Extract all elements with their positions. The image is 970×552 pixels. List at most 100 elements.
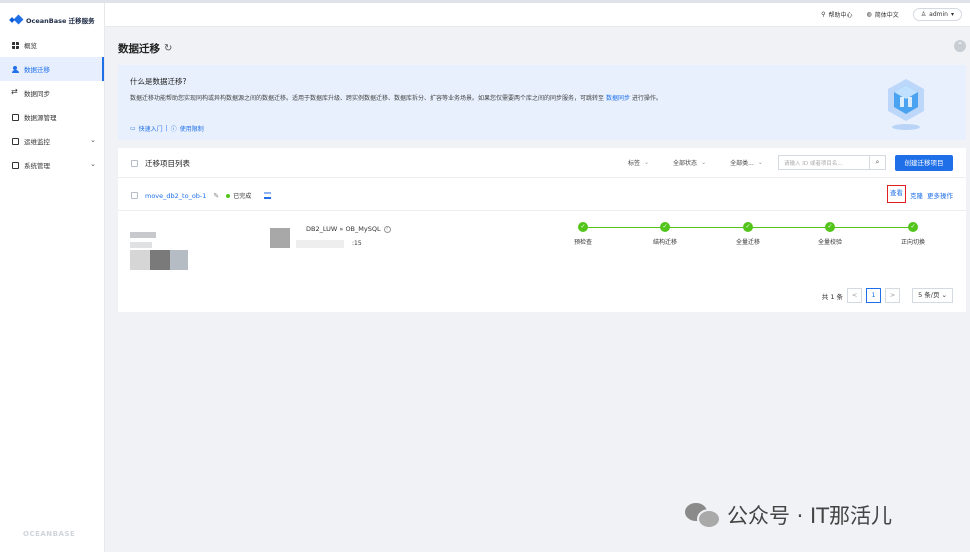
route-text: DB2_LUW » OB_MySQL <box>306 225 381 233</box>
select-all-checkbox[interactable] <box>131 160 138 167</box>
prev-page-button[interactable]: < <box>847 288 863 303</box>
list-title-text: 迁移项目列表 <box>145 159 190 168</box>
header-actions: ⚲ 帮助中心 ◍ 简体中文 ♙ admin ▾ <box>821 8 962 21</box>
search-icon[interactable]: ⌕ <box>869 155 886 170</box>
user-icon: ♙ <box>920 11 927 18</box>
next-page-button[interactable]: > <box>885 288 901 303</box>
page-1-button[interactable]: 1 <box>866 288 882 303</box>
refresh-icon[interactable]: ↻ <box>164 43 172 54</box>
step-full-migration: ✓ 全量迁移 <box>718 222 778 246</box>
list-toolbar: 迁移项目列表 标签 ⌄ 全部状态 ⌄ 全部类... ⌄ 请输入 ID 或者项目名… <box>118 148 966 178</box>
step-full-verification: ✓ 全量校验 <box>800 222 860 246</box>
list-title: 迁移项目列表 <box>131 158 190 169</box>
redacted-block <box>130 250 150 270</box>
type-filter[interactable]: 全部类... ⌄ <box>730 158 763 167</box>
help-circle-icon[interactable]: ? <box>383 225 391 233</box>
view-detail-link[interactable]: 查看 <box>887 185 906 203</box>
sync-icon <box>11 87 19 97</box>
filter-label: 全部类... <box>730 160 754 167</box>
chevron-down-icon: ⌄ <box>941 291 947 299</box>
step-schema-migration: ✓ 结构迁移 <box>635 222 695 246</box>
row-actions: 查看 克隆 更多操作 <box>887 185 953 203</box>
redacted-block <box>130 242 152 248</box>
app-logo[interactable]: OceanBase 迁移服务 <box>10 13 95 27</box>
project-name-group: move_db2_to_ob-1 ✎ 已完成 <box>131 191 272 200</box>
sidebar-item-label: 数据源管理 <box>24 114 57 122</box>
oceanbase-logo-icon <box>10 15 22 25</box>
top-header: ⚲ 帮助中心 ◍ 简体中文 ♙ admin ▾ <box>105 3 970 27</box>
project-name-link[interactable]: move_db2_to_ob-1 <box>145 192 206 200</box>
database-icon <box>12 113 19 121</box>
chevron-down-icon: ⌄ <box>644 159 650 166</box>
chevron-down-icon: ⌄ <box>701 159 707 166</box>
intro-links: ▭ 快速入门 | ⓘ 使用限制 <box>130 124 204 133</box>
video-icon: ▭ <box>130 125 136 132</box>
collapse-icon[interactable]: ⌃ <box>954 40 966 52</box>
page-title-text: 数据迁移 <box>118 43 160 55</box>
sidebar-footer-brand: OCEANBASE <box>23 530 76 538</box>
sidebar-item-data-migration[interactable]: 数据迁移 <box>0 57 104 81</box>
step-precheck: ✓ 预检查 <box>553 222 613 246</box>
grid-icon <box>12 41 19 49</box>
page-size-select[interactable]: 5 条/页 ⌄ <box>912 288 953 303</box>
filter-group: 标签 ⌄ 全部状态 ⌄ 全部类... ⌄ <box>628 158 763 167</box>
row-checkbox[interactable] <box>131 192 138 199</box>
people-icon <box>12 65 19 73</box>
project-row-body: DB2_LUW » OB_MySQL ? :15 ✓ 预检查 ✓ 结构迁移 ✓ … <box>118 212 966 276</box>
page-size-label: 5 条/页 <box>918 291 940 299</box>
sidebar: OceanBase 迁移服务 概览 数据迁移 数据同步 数据源管理 运维监控 ⌄… <box>0 3 105 552</box>
user-menu-button[interactable]: ♙ admin ▾ <box>912 8 962 21</box>
redacted-block <box>130 232 156 238</box>
migration-steps: ✓ 预检查 ✓ 结构迁移 ✓ 全量迁移 ✓ 全量校验 ✓ 正向切换 <box>574 222 925 252</box>
edit-icon[interactable]: ✎ <box>213 192 219 200</box>
redacted-block <box>270 228 290 248</box>
more-actions-link[interactable]: 更多操作 <box>927 190 953 203</box>
wechat-icon <box>685 503 721 529</box>
language-switch[interactable]: ◍ 简体中文 <box>867 10 899 19</box>
sidebar-item-label: 数据同步 <box>24 90 50 98</box>
system-icon <box>12 161 19 169</box>
step-label: 全量校验 <box>817 239 842 246</box>
cube-illustration-icon <box>888 79 924 130</box>
step-label: 结构迁移 <box>652 239 677 246</box>
intro-desc-text: 数据迁移功能帮助您实现同构或异构数据源之间的数据迁移。适用于数据库升级、跨实例数… <box>130 95 605 102</box>
sidebar-item-system[interactable]: 系统管理 ⌄ <box>0 153 104 177</box>
tag-filter[interactable]: 标签 ⌄ <box>628 158 649 167</box>
quick-start-link[interactable]: 快速入门 <box>139 124 163 133</box>
intro-banner: 什么是数据迁移? 数据迁移功能帮助您实现同构或异构数据源之间的数据迁移。适用于数… <box>118 65 966 140</box>
filter-label: 标签 <box>628 160 641 167</box>
user-name: admin <box>929 11 948 18</box>
monitor-icon <box>12 137 19 145</box>
app-logo-text: OceanBase 迁移服务 <box>26 17 95 25</box>
globe-icon: ◍ <box>866 11 872 18</box>
data-sync-link[interactable]: 数据同步 <box>606 95 630 102</box>
pagination: 共 1 条 < 1 > 5 条/页 ⌄ <box>822 288 953 303</box>
language-label: 简体中文 <box>874 12 899 19</box>
database-type-icon <box>264 192 272 199</box>
chevron-down-icon: ⌄ <box>90 136 96 144</box>
help-center-link[interactable]: ⚲ 帮助中心 <box>821 10 852 19</box>
usage-limits-link[interactable]: 使用限制 <box>180 124 204 133</box>
redacted-block <box>296 240 344 248</box>
redacted-block <box>170 250 188 270</box>
sidebar-item-overview[interactable]: 概览 <box>0 33 104 57</box>
sidebar-item-label: 运维监控 <box>24 138 50 146</box>
status-filter[interactable]: 全部状态 ⌄ <box>673 158 706 167</box>
migration-list-panel: 迁移项目列表 标签 ⌄ 全部状态 ⌄ 全部类... ⌄ 请输入 ID 或者项目名… <box>118 148 966 312</box>
help-circle-icon: ⓘ <box>170 126 177 133</box>
caret-down-icon: ▾ <box>950 11 954 18</box>
step-label: 全量迁移 <box>735 239 760 246</box>
create-migration-button[interactable]: 创建迁移项目 <box>895 155 953 171</box>
check-icon: ✓ <box>908 222 918 232</box>
watermark-text: 公众号 · IT那活儿 <box>727 504 893 528</box>
sidebar-item-datasource[interactable]: 数据源管理 <box>0 105 104 129</box>
status-text: 已完成 <box>233 193 252 200</box>
project-row-header: move_db2_to_ob-1 ✎ 已完成 查看 克隆 更多操作 <box>118 179 966 211</box>
sidebar-item-ops-monitor[interactable]: 运维监控 ⌄ <box>0 129 104 153</box>
sidebar-nav: 概览 数据迁移 数据同步 数据源管理 运维监控 ⌄ 系统管理 ⌄ <box>0 33 104 177</box>
chevron-down-icon: ⌄ <box>90 160 96 168</box>
created-time-fragment: :15 <box>352 240 362 247</box>
link-separator: | <box>165 125 168 132</box>
clone-link[interactable]: 克隆 <box>910 190 923 203</box>
sidebar-item-data-sync[interactable]: 数据同步 <box>0 81 104 105</box>
